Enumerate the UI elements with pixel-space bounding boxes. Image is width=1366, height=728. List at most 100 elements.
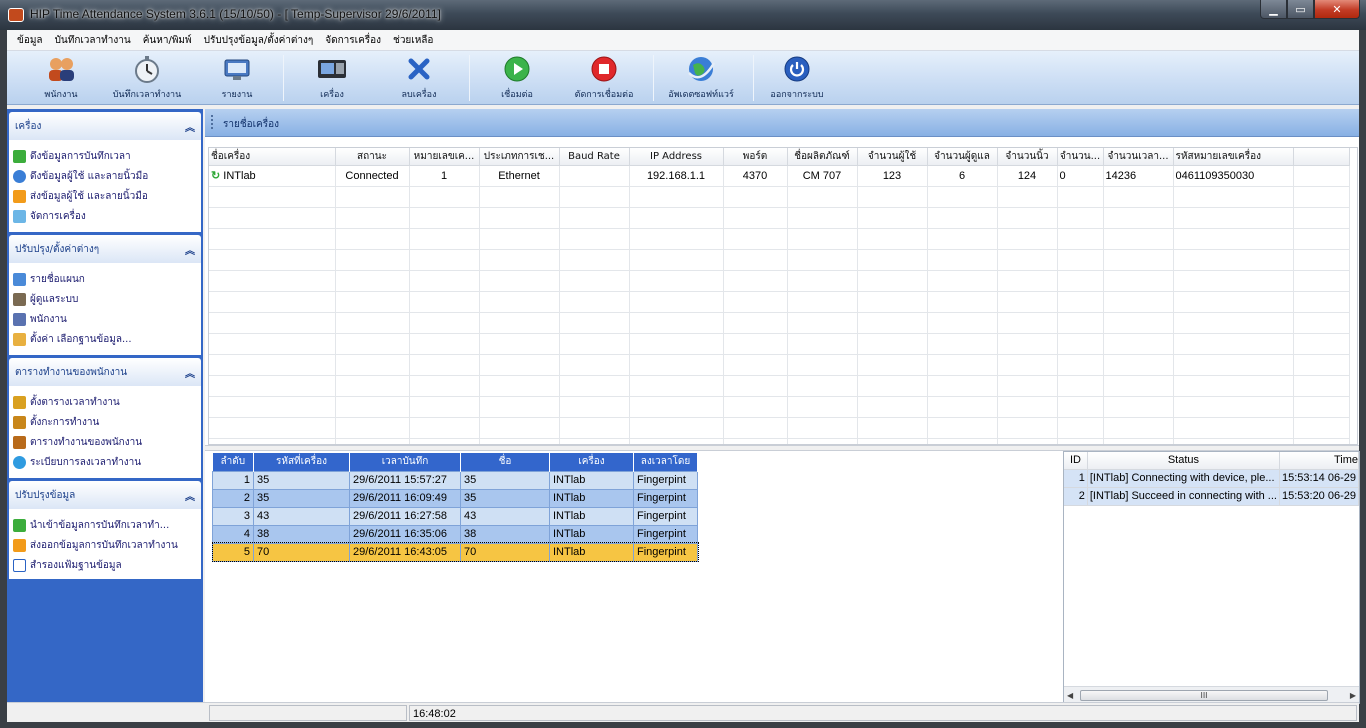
device-users-cell[interactable]: 123 <box>857 165 928 187</box>
column-header[interactable]: ลงเวลาโดย <box>633 453 698 471</box>
column-header[interactable]: ชื่อเครื่อง <box>209 148 336 166</box>
sidebar-item-backup-database[interactable]: สำรองแฟ้มฐานข้อมูล <box>13 555 197 575</box>
scroll-left-icon[interactable]: ◀ <box>1067 691 1073 700</box>
menu-search-print[interactable]: ค้นหา/พิมพ์ <box>137 33 198 48</box>
close-button[interactable]: ✕ <box>1314 0 1360 19</box>
chevron-up-icon[interactable]: ︽ <box>185 119 195 134</box>
device-records-cell[interactable]: 14236 <box>1103 165 1174 187</box>
column-header[interactable]: ลำดับ <box>212 453 254 471</box>
scroll-thumb[interactable]: III <box>1080 690 1328 701</box>
column-header[interactable]: สถานะ <box>335 148 410 166</box>
sidebar-item-import-logs[interactable]: นำเข้าข้อมูลการบันทึกเวลาทำ... <box>13 515 197 535</box>
delete-device-button[interactable]: ลบเครื่อง <box>395 53 443 103</box>
connect-button[interactable]: เชื่อมต่อ <box>495 53 539 103</box>
sidebar-item-administrators[interactable]: ผู้ดูแลระบบ <box>13 289 197 309</box>
column-header[interactable]: เวลาบันทึก <box>349 453 461 471</box>
seq-cell: 5 <box>212 542 254 562</box>
status-bar: 16:48:02 <box>7 702 1359 722</box>
sidebar-item-time-table[interactable]: ตั้งตารางเวลาทำงาน <box>13 392 197 412</box>
report-button[interactable]: รายงาน <box>217 53 257 103</box>
device-name-cell[interactable]: ↻ INTlab <box>209 165 336 187</box>
sidebar-item-manage-device[interactable]: จัดการเครื่อง <box>13 206 197 226</box>
sidebar-item-departments[interactable]: รายชื่อแผนก <box>13 269 197 289</box>
column-header[interactable]: IP Address <box>629 148 724 166</box>
maximize-button[interactable]: ▭ <box>1287 0 1314 19</box>
log-time-cell: 15:53:14 06-29 <box>1279 469 1359 488</box>
device-cell: INTlab <box>549 524 634 544</box>
column-header[interactable]: จำนวนผู้ดูแล <box>927 148 998 166</box>
menu-help[interactable]: ช่วยเหลือ <box>387 33 439 48</box>
scroll-right-icon[interactable]: ▶ <box>1350 691 1356 700</box>
device-product-cell[interactable]: CM 707 <box>787 165 858 187</box>
device-row[interactable]: ↻ INTlab Connected 1 Ethernet 192.168.1.… <box>209 165 1350 187</box>
chevron-up-icon[interactable]: ︽ <box>185 242 195 257</box>
device-count-cell[interactable]: 0 <box>1057 165 1104 187</box>
menu-data[interactable]: ข้อมูล <box>11 33 49 48</box>
sidebar-item-export-logs[interactable]: ส่งออกข้อมูลการบันทึกเวลาทำงาน <box>13 535 197 555</box>
device-fingers-cell[interactable]: 124 <box>997 165 1058 187</box>
log-row[interactable]: 2 [INTlab] Succeed in connecting with ..… <box>1064 487 1359 506</box>
employee-button[interactable]: พนักงาน <box>37 53 85 103</box>
sidebar-item-upload-users[interactable]: ส่งข้อมูลผู้ใช้ และลายนิ้วมือ <box>13 186 197 206</box>
column-header[interactable]: จำนวนเวลา... <box>1103 148 1174 166</box>
disconnect-button[interactable]: ตัดการเชื่อมต่อ <box>567 53 641 103</box>
group-header-device[interactable]: เครื่อง ︽ <box>9 112 201 140</box>
connect-label: เชื่อมต่อ <box>501 90 533 100</box>
menu-settings[interactable]: ปรับปรุงข้อมูล/ตั้งค่าต่างๆ <box>198 33 320 48</box>
device-serial-cell[interactable]: 0461109350030 <box>1173 165 1294 187</box>
column-header[interactable]: จำนวนนิ้ว <box>997 148 1058 166</box>
device-port-cell[interactable]: 4370 <box>723 165 788 187</box>
logout-button[interactable]: ออกจากระบบ <box>763 53 831 103</box>
sidebar-item-download-logs[interactable]: ดึงข้อมูลการบันทึกเวลา <box>13 146 197 166</box>
group-header-data[interactable]: ปรับปรุงข้อมูล ︽ <box>9 481 201 509</box>
log-row[interactable]: 1 [INTlab] Connecting with device, ple..… <box>1064 469 1359 488</box>
download-arrow-icon <box>13 149 26 163</box>
device-ip-cell[interactable]: 192.168.1.1 <box>629 165 724 187</box>
sidebar-item-shifts[interactable]: ตั้งกะการทำงาน <box>13 412 197 432</box>
attendance-row[interactable]: 1 35 29/6/2011 15:57:27 35 INTlab Finger… <box>212 470 698 490</box>
update-software-button[interactable]: อัพเดตซอฟท์แวร์ <box>659 53 743 103</box>
sidebar-item-download-users[interactable]: ดึงข้อมูลผู้ใช้ และลายนิ้วมือ <box>13 166 197 186</box>
column-header[interactable]: ประเภทการเช... <box>479 148 560 166</box>
attendance-table[interactable]: ลำดับ รหัสที่เครื่อง เวลาบันทึก ชื่อ เคร… <box>211 453 699 562</box>
column-header[interactable]: พอร์ต <box>723 148 788 166</box>
attendance-row[interactable]: 3 43 29/6/2011 16:27:58 43 INTlab Finger… <box>212 506 698 526</box>
minimize-button[interactable]: ▁ <box>1260 0 1287 19</box>
chevron-up-icon[interactable]: ︽ <box>185 365 195 380</box>
column-header[interactable]: ชื่อผลิตภัณฑ์ <box>787 148 858 166</box>
column-header[interactable]: รหัสหมายเลขเครื่อง <box>1173 148 1294 166</box>
device-admins-cell[interactable]: 6 <box>927 165 998 187</box>
device-button[interactable]: เครื่อง <box>312 53 352 103</box>
group-header-settings[interactable]: ปรับปรุง/ตั้งค่าต่างๆ ︽ <box>9 235 201 263</box>
sidebar-item-attendance-rules[interactable]: ระเบียบการลงเวลาทำงาน <box>13 452 197 472</box>
column-header[interactable]: รหัสที่เครื่อง <box>253 453 350 471</box>
column-header[interactable]: ชื่อ <box>460 453 550 471</box>
column-header[interactable]: หมายเลขเค... <box>409 148 480 166</box>
sidebar-item-employees[interactable]: พนักงาน <box>13 309 197 329</box>
column-header[interactable]: Baud Rate <box>559 148 630 166</box>
horizontal-scrollbar[interactable]: ◀ III ▶ <box>1064 686 1359 703</box>
menu-record-time[interactable]: บันทึกเวลาทำงาน <box>49 33 137 48</box>
device-connection-type-cell[interactable]: Ethernet <box>479 165 560 187</box>
connection-log[interactable]: ID Status Time 1 [INTlab] Connecting wit… <box>1063 451 1360 704</box>
sidebar-item-database-settings[interactable]: ตั้งค่า เลือกฐานข้อมูล... <box>13 329 197 349</box>
column-header[interactable]: จำนวน... <box>1057 148 1104 166</box>
column-header[interactable]: Status <box>1087 452 1280 470</box>
seq-cell: 1 <box>212 470 254 490</box>
device-number-cell[interactable]: 1 <box>409 165 480 187</box>
chevron-up-icon[interactable]: ︽ <box>185 488 195 503</box>
attendance-row-selected[interactable]: 5 70 29/6/2011 16:43:05 70 INTlab Finger… <box>211 542 699 562</box>
sidebar-item-employee-schedule[interactable]: ตารางทำงานของพนักงาน <box>13 432 197 452</box>
column-header[interactable]: จำนวนผู้ใช้ <box>857 148 928 166</box>
device-grid[interactable]: ชื่อเครื่อง สถานะ หมายเลขเค... ประเภทการ… <box>208 147 1358 445</box>
group-header-schedule[interactable]: ตารางทำงานของพนักงาน ︽ <box>9 358 201 386</box>
attendance-row[interactable]: 4 38 29/6/2011 16:35:06 38 INTlab Finger… <box>212 524 698 544</box>
attendance-row[interactable]: 2 35 29/6/2011 16:09:49 35 INTlab Finger… <box>212 488 698 508</box>
column-header[interactable]: Time <box>1279 452 1359 470</box>
record-time-button[interactable]: บันทึกเวลาทำงาน <box>105 53 189 103</box>
device-status-cell[interactable]: Connected <box>335 165 410 187</box>
column-header[interactable]: เครื่อง <box>549 453 634 471</box>
device-baud-rate-cell[interactable] <box>559 165 630 187</box>
menu-device-management[interactable]: จัดการเครื่อง <box>319 33 387 48</box>
column-header[interactable]: ID <box>1064 452 1088 470</box>
